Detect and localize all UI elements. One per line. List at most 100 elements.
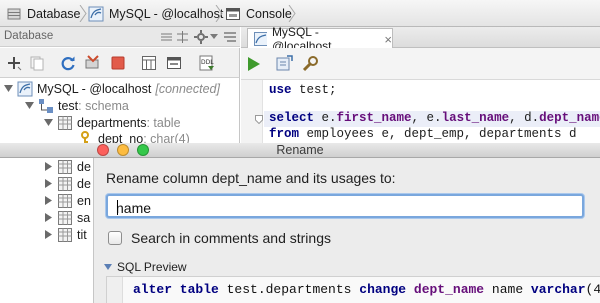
copy-icon[interactable]	[29, 55, 45, 71]
schema-kind: : schema	[78, 98, 129, 113]
fold-marker-icon[interactable]	[255, 115, 263, 124]
sql-preview-box: alter table test.departments change dept…	[106, 276, 600, 303]
sql-column: dept_name	[539, 111, 600, 125]
text-cursor	[117, 200, 118, 215]
checkbox-label: Search in comments and strings	[131, 230, 331, 246]
breadcrumb-console[interactable]: Console	[225, 0, 292, 27]
breadcrumb-separator-icon	[215, 5, 223, 22]
tree-collapsed-icon[interactable]	[44, 196, 53, 205]
hide-panel-icon[interactable]	[224, 32, 236, 42]
breadcrumb-mysql[interactable]: MySQL - @localhost	[88, 0, 223, 27]
database-panel-header: Database	[0, 27, 240, 47]
collapse-all-icon[interactable]	[160, 31, 173, 43]
breadcrumb-label: Console	[246, 6, 292, 21]
table-editor-icon[interactable]	[141, 55, 157, 71]
synchronize-icon[interactable]	[84, 54, 102, 72]
editor-tab-bar: MySQL - @localhost ×	[241, 25, 600, 53]
search-comments-checkbox[interactable]	[108, 231, 122, 245]
rename-prompt: Rename column dept_name and its usages t…	[106, 170, 396, 186]
run-icon[interactable]	[247, 57, 261, 71]
table-name: de	[77, 159, 91, 174]
schema-icon	[39, 98, 53, 113]
sql-text: (40);	[585, 282, 600, 297]
editor-gutter	[241, 80, 263, 143]
table-icon	[58, 193, 72, 208]
rename-dialog-titlebar[interactable]: Rename	[0, 143, 600, 158]
sql-preview-toggle[interactable]: SQL Preview	[104, 260, 187, 274]
rename-dialog: Rename column dept_name and its usages t…	[94, 158, 600, 303]
editor-toolbar	[241, 48, 600, 80]
code-line: use test;	[269, 83, 337, 99]
refresh-icon[interactable]	[60, 55, 76, 71]
mysql-icon	[88, 6, 104, 21]
tree-expanded-icon[interactable]	[44, 118, 53, 127]
console-icon	[226, 7, 240, 20]
code-text: , e.	[411, 111, 442, 125]
new-name-input[interactable]: name	[106, 194, 584, 218]
table-icon	[58, 227, 72, 242]
add-icon[interactable]	[6, 55, 22, 71]
sql-text: test.departments	[218, 282, 360, 297]
breadcrumb-separator-icon	[288, 5, 296, 22]
sql-preview-label: SQL Preview	[117, 260, 187, 274]
tab-mysql-console[interactable]: MySQL - @localhost ×	[247, 25, 393, 53]
database-toolbar: DDL	[0, 48, 240, 78]
stop-icon[interactable]	[111, 56, 125, 70]
code-line: from employees e, dept_emp, departments …	[269, 127, 577, 143]
connection-status: [connected]	[155, 81, 220, 96]
database-icon	[7, 8, 21, 19]
preview-gutter	[107, 277, 123, 303]
tree-expanded-icon[interactable]	[4, 84, 13, 93]
explain-plan-icon[interactable]	[275, 55, 293, 73]
sql-editor[interactable]: use test; select e.first_name, e.last_na…	[241, 80, 600, 143]
breadcrumb-bar: Database MySQL - @localhost Console	[0, 0, 600, 27]
table-name: de	[77, 176, 91, 191]
tree-node-table[interactable]: de	[44, 175, 91, 192]
code-text: , d.	[509, 111, 540, 125]
breadcrumb-separator-icon	[79, 5, 87, 22]
gear-icon[interactable]	[194, 30, 208, 44]
table-kind: : table	[146, 115, 181, 130]
table-name: en	[77, 193, 91, 208]
sql-preview-line: alter table test.departments change dept…	[133, 282, 600, 297]
chevron-down-icon[interactable]	[210, 34, 218, 40]
table-name: sa	[77, 210, 91, 225]
sql-keyword: varchar	[530, 282, 586, 297]
code-text: e.	[314, 111, 337, 125]
expand-icon[interactable]	[176, 31, 189, 43]
tree-node-table[interactable]: de	[44, 158, 91, 175]
panel-title: Database	[4, 30, 54, 42]
tree-expanded-icon[interactable]	[25, 101, 34, 110]
tree-collapsed-icon[interactable]	[44, 230, 53, 239]
tree-node-schema[interactable]: test : schema	[25, 97, 129, 114]
ddl-icon[interactable]: DDL	[198, 54, 216, 72]
close-icon[interactable]: ×	[384, 32, 392, 47]
table-icon	[58, 210, 72, 225]
tree-collapsed-icon[interactable]	[44, 213, 53, 222]
table-icon	[58, 159, 72, 174]
input-text: name	[116, 200, 152, 216]
tree-collapsed-icon[interactable]	[44, 162, 53, 171]
tree-node-table[interactable]: sa	[44, 209, 90, 226]
database-tree-background: de de en sa tit	[0, 158, 94, 303]
connection-label: MySQL - @localhost	[37, 81, 152, 96]
sql-text: name	[484, 282, 531, 297]
breadcrumb-label: Database	[27, 6, 81, 21]
tree-node-table[interactable]: en	[44, 192, 91, 209]
console-button-icon[interactable]	[166, 55, 182, 71]
chevron-down-icon[interactable]	[104, 263, 112, 271]
table-name: tit	[77, 227, 87, 242]
breadcrumb-database[interactable]: Database	[6, 0, 81, 27]
schema-name: test	[58, 98, 79, 113]
sql-keyword: alter table	[133, 282, 219, 297]
tree-node-table[interactable]: tit	[44, 226, 87, 243]
dialog-title: Rename	[276, 143, 324, 157]
tree-collapsed-icon[interactable]	[44, 179, 53, 188]
search-comments-option[interactable]: Search in comments and strings	[108, 230, 331, 246]
tree-node-table-departments[interactable]: departments : table	[44, 114, 181, 131]
wrench-icon[interactable]	[301, 55, 319, 73]
sql-column: first_name	[336, 111, 412, 125]
mysql-icon	[17, 81, 33, 96]
tree-node-mysql-connection[interactable]: MySQL - @localhost [connected]	[4, 80, 220, 97]
